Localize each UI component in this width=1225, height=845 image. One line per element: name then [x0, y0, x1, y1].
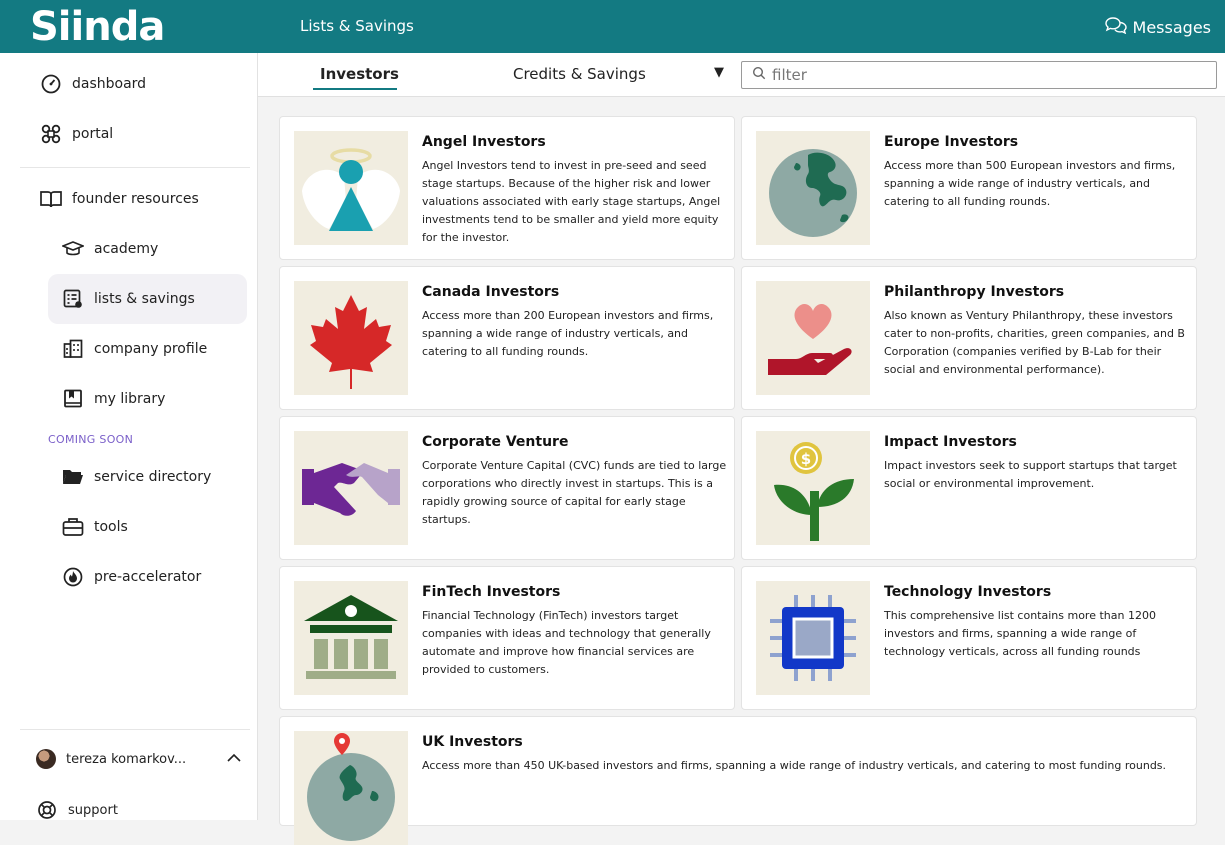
avatar	[36, 749, 56, 769]
card-philanthropy-investors[interactable]: Philanthropy Investors Also known as Ven…	[741, 266, 1197, 410]
chip-icon	[756, 581, 870, 695]
sidebar-item-label: company profile	[94, 341, 208, 357]
maple-leaf-icon	[294, 281, 408, 395]
card-corporate-venture[interactable]: Corporate Venture Corporate Venture Capi…	[279, 416, 735, 560]
sidebar-item-label: my library	[94, 391, 166, 407]
sidebar-item-academy[interactable]: academy	[62, 224, 158, 274]
graduation-cap-icon	[62, 238, 84, 260]
toolbox-icon	[62, 516, 84, 538]
flame-icon	[62, 566, 84, 588]
money-plant-icon: $	[756, 431, 870, 545]
card-title: Canada Investors	[422, 284, 560, 300]
sidebar-item-label: dashboard	[72, 76, 147, 92]
search-icon	[752, 66, 766, 84]
sidebar: dashboard portal founder resources acade…	[0, 53, 258, 820]
card-europe-investors[interactable]: Europe Investors Access more than 500 Eu…	[741, 116, 1197, 260]
library-icon	[62, 388, 84, 410]
handshake-icon	[294, 431, 408, 545]
active-tab-underline	[313, 88, 397, 90]
coming-soon-label: COMING SOON	[48, 433, 134, 446]
bank-icon	[294, 581, 408, 695]
tab-bar: Investors Credits & Savings ▼ filter	[258, 53, 1225, 97]
sidebar-item-founder-resources[interactable]: founder resources	[40, 174, 199, 224]
support-link[interactable]: support	[36, 785, 118, 835]
card-description: Angel Investors tend to invest in pre-se…	[422, 159, 721, 244]
sidebar-item-label: academy	[94, 241, 159, 257]
globe-uk-pin-icon	[294, 731, 408, 845]
card-description: Impact investors seek to support startup…	[884, 459, 1177, 490]
card-description: Also known as Ventury Philanthropy, thes…	[884, 309, 1185, 376]
sidebar-item-label: founder resources	[72, 191, 199, 207]
card-canada-investors[interactable]: Canada Investors Access more than 200 Eu…	[279, 266, 735, 410]
top-bar: Siinda Lists & Savings Messages	[0, 0, 1225, 53]
card-title: FinTech Investors	[422, 584, 561, 600]
chevron-up-icon[interactable]	[227, 751, 241, 767]
messages-label: Messages	[1132, 17, 1211, 37]
chat-bubbles-icon	[1104, 16, 1127, 38]
sidebar-item-tools[interactable]: tools	[62, 502, 128, 552]
card-uk-investors[interactable]: UK Investors Access more than 450 UK-bas…	[279, 716, 1197, 845]
angel-icon	[294, 131, 408, 245]
siinda-logo[interactable]: Siinda	[30, 4, 165, 50]
card-description: Access more than 200 European investors …	[422, 309, 714, 358]
sidebar-item-portal[interactable]: portal	[40, 109, 113, 159]
sidebar-item-label: lists & savings	[94, 291, 195, 307]
sidebar-item-my-library[interactable]: my library	[62, 374, 165, 424]
sidebar-item-service-directory[interactable]: service directory	[62, 452, 211, 502]
svg-text:$: $	[801, 450, 811, 468]
user-name: tereza komarkov...	[66, 751, 187, 767]
building-icon	[62, 338, 84, 360]
card-title: UK Investors	[422, 734, 523, 750]
sidebar-divider	[20, 167, 250, 168]
card-title: Corporate Venture	[422, 434, 569, 450]
user-menu[interactable]: tereza komarkov...	[36, 734, 241, 784]
sidebar-item-pre-accelerator[interactable]: pre-accelerator	[62, 552, 201, 602]
sidebar-item-label: service directory	[94, 469, 212, 485]
sidebar-item-lists-savings[interactable]: lists & savings	[48, 274, 247, 324]
sidebar-item-label: pre-accelerator	[94, 569, 202, 585]
dashboard-icon	[40, 73, 62, 95]
dropdown-caret-icon[interactable]: ▼	[714, 65, 724, 80]
card-description: This comprehensive list contains more th…	[884, 609, 1156, 658]
tab-investors[interactable]: Investors	[320, 65, 399, 83]
card-technology-investors[interactable]: Technology Investors This comprehensive …	[741, 566, 1197, 710]
sidebar-divider	[20, 729, 250, 730]
card-description: Corporate Venture Capital (CVC) funds ar…	[422, 459, 727, 526]
card-title: Angel Investors	[422, 134, 546, 150]
card-description: Financial Technology (FinTech) investors…	[422, 609, 711, 676]
sidebar-item-label: tools	[94, 519, 128, 535]
page-title: Lists & Savings	[300, 17, 414, 35]
support-label: support	[68, 802, 118, 818]
card-title: Technology Investors	[884, 584, 1052, 600]
heart-hand-icon	[756, 281, 870, 395]
card-title: Impact Investors	[884, 434, 1017, 450]
sidebar-item-company-profile[interactable]: company profile	[62, 324, 207, 374]
tab-credits-savings[interactable]: Credits & Savings	[513, 65, 646, 83]
portal-icon	[40, 123, 62, 145]
lifebuoy-icon	[36, 799, 58, 821]
messages-button[interactable]: Messages	[1104, 16, 1211, 38]
card-fintech-investors[interactable]: FinTech Investors Financial Technology (…	[279, 566, 735, 710]
list-icon	[62, 288, 84, 310]
card-title: Europe Investors	[884, 134, 1019, 150]
card-title: Philanthropy Investors	[884, 284, 1065, 300]
filter-input[interactable]: filter	[741, 61, 1217, 89]
card-angel-investors[interactable]: Angel Investors Angel Investors tend to …	[279, 116, 735, 260]
sidebar-item-dashboard[interactable]: dashboard	[40, 59, 146, 109]
sidebar-item-label: portal	[72, 126, 114, 142]
folder-icon	[62, 466, 84, 488]
book-icon	[40, 188, 62, 210]
card-description: Access more than 450 UK-based investors …	[422, 759, 1167, 772]
globe-europe-icon	[756, 131, 870, 245]
filter-placeholder: filter	[772, 66, 807, 84]
card-impact-investors[interactable]: $ Impact Investors Impact investors seek…	[741, 416, 1197, 560]
card-description: Access more than 500 European investors …	[884, 159, 1176, 208]
